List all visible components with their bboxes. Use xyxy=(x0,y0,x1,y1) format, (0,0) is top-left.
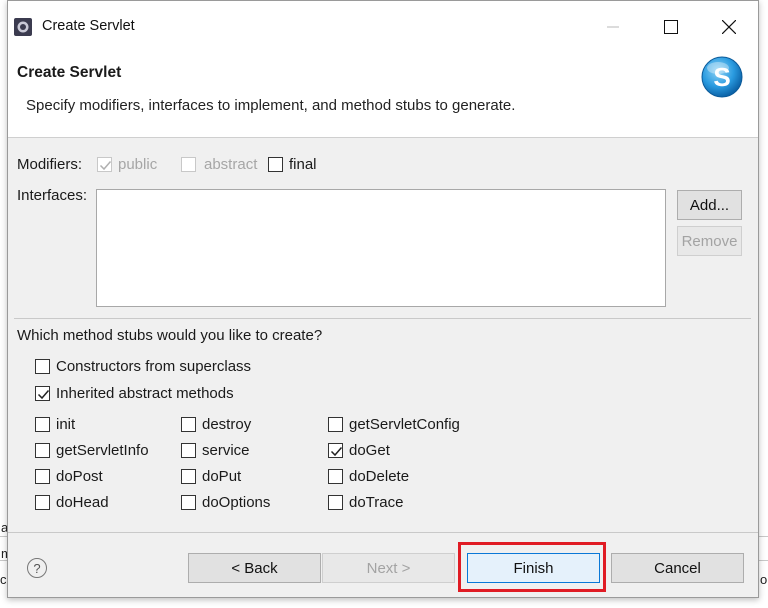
getservletconfig-label: getServletConfig xyxy=(349,416,460,433)
maximize-icon xyxy=(664,20,678,34)
servlet-wizard-logo-icon: S xyxy=(701,56,743,98)
public-checkbox[interactable] xyxy=(97,157,112,172)
public-label: public xyxy=(118,156,158,173)
eclipse-app-icon xyxy=(14,18,32,36)
dooptions-label: doOptions xyxy=(202,494,271,511)
maximize-button[interactable] xyxy=(648,11,694,43)
dodelete-label: doDelete xyxy=(349,468,410,485)
next-button[interactable]: Next > xyxy=(322,553,455,583)
dooptions-checkbox[interactable] xyxy=(181,495,196,510)
remove-interface-button[interactable]: Remove xyxy=(677,226,742,256)
init-label: init xyxy=(56,416,76,433)
abstract-label: abstract xyxy=(204,156,258,173)
getservletconfig-checkbox[interactable] xyxy=(328,417,343,432)
page-title: Create Servlet xyxy=(17,64,122,81)
close-button[interactable] xyxy=(706,11,752,43)
doput-label: doPut xyxy=(202,468,242,485)
page-description: Specify modifiers, interfaces to impleme… xyxy=(26,97,516,114)
dohead-label: doHead xyxy=(56,494,109,511)
destroy-label: destroy xyxy=(202,416,252,433)
doput-checkbox[interactable] xyxy=(181,469,196,484)
wizard-header: Create Servlet Specify modifiers, interf… xyxy=(8,53,758,138)
dotrace-label: doTrace xyxy=(349,494,404,511)
inherited-label: Inherited abstract methods xyxy=(56,385,234,402)
minimize-button[interactable] xyxy=(590,11,636,43)
dopost-label: doPost xyxy=(56,468,103,485)
dopost-checkbox[interactable] xyxy=(35,469,50,484)
section-separator xyxy=(14,318,751,319)
finish-highlight-box xyxy=(458,542,606,592)
create-servlet-dialog: Create Servlet Create Servlet Specify mo… xyxy=(7,0,759,598)
destroy-checkbox[interactable] xyxy=(181,417,196,432)
constructors-checkbox[interactable] xyxy=(35,359,50,374)
background-window xyxy=(0,598,768,608)
back-button[interactable]: < Back xyxy=(188,553,321,583)
background-text: o xyxy=(760,572,768,587)
cancel-button[interactable]: Cancel xyxy=(611,553,744,583)
modifiers-label: Modifiers: xyxy=(17,156,83,173)
interfaces-list[interactable] xyxy=(96,189,666,307)
service-checkbox[interactable] xyxy=(181,443,196,458)
doget-checkbox[interactable] xyxy=(328,443,343,458)
svg-text:S: S xyxy=(713,62,730,92)
getservletinfo-checkbox[interactable] xyxy=(35,443,50,458)
checkmark-icon xyxy=(330,447,343,457)
close-icon xyxy=(722,20,736,34)
final-label: final xyxy=(289,156,317,173)
dodelete-checkbox[interactable] xyxy=(328,469,343,484)
dohead-checkbox[interactable] xyxy=(35,495,50,510)
checkmark-icon xyxy=(99,161,112,171)
constructors-label: Constructors from superclass xyxy=(56,358,252,375)
stubs-question: Which method stubs would you like to cre… xyxy=(17,327,323,344)
minimize-icon xyxy=(607,26,619,28)
doget-label: doGet xyxy=(349,442,390,459)
init-checkbox[interactable] xyxy=(35,417,50,432)
inherited-checkbox[interactable] xyxy=(35,386,50,401)
abstract-checkbox[interactable] xyxy=(181,157,196,172)
help-icon[interactable]: ? xyxy=(27,558,47,578)
window-title: Create Servlet xyxy=(42,18,135,34)
getservletinfo-label: getServletInfo xyxy=(56,442,149,459)
final-checkbox[interactable] xyxy=(268,157,283,172)
footer-separator xyxy=(8,532,758,533)
title-bar[interactable]: Create Servlet xyxy=(8,1,758,53)
service-label: service xyxy=(202,442,250,459)
dotrace-checkbox[interactable] xyxy=(328,495,343,510)
interfaces-label: Interfaces: xyxy=(17,187,88,204)
checkmark-icon xyxy=(37,390,50,400)
add-interface-button[interactable]: Add... xyxy=(677,190,742,220)
